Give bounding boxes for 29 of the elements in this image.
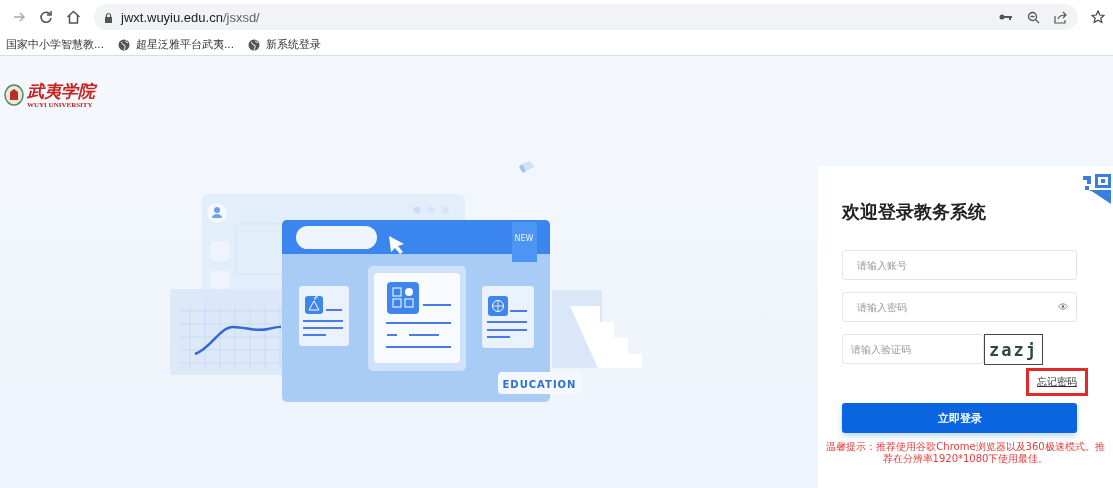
bookmark-item[interactable]: 超星泛雅平台武夷...: [118, 37, 235, 52]
password-field[interactable]: 请输入密码: [842, 292, 1077, 322]
captcha-image[interactable]: zazj: [984, 334, 1043, 365]
bookmark-item[interactable]: 国家中小学智慧教...: [6, 37, 104, 52]
captcha-field[interactable]: 请输入验证码: [842, 334, 984, 364]
login-title: 欢迎登录教务系统: [842, 200, 987, 224]
login-button[interactable]: 立即登录: [842, 403, 1077, 433]
url-text: jwxt.wuyiu.edu.cn/jsxsd/: [121, 9, 260, 25]
globe-icon: [118, 38, 130, 51]
share-icon[interactable]: [1054, 10, 1068, 24]
account-field[interactable]: 请输入账号: [842, 250, 1077, 280]
bookmark-item[interactable]: 新系统登录: [248, 37, 322, 52]
university-name: 武夷学院: [27, 81, 95, 101]
browser-notice: 温馨提示：推荐使用谷歌Chrome浏览器以及360极速模式。推荐在分辨率1920*1080下使用最佳。: [826, 441, 1105, 465]
forgot-password-link[interactable]: 忘记密码: [1029, 371, 1085, 393]
university-seal-icon: [4, 84, 24, 106]
reload-icon[interactable]: [39, 10, 53, 24]
address-bar[interactable]: jwxt.wuyiu.edu.cn/jsxsd/: [94, 4, 1078, 30]
zoom-icon[interactable]: [1027, 10, 1040, 24]
bookmark-star-icon[interactable]: [1091, 10, 1105, 24]
key-icon[interactable]: [999, 13, 1013, 21]
lock-icon: [104, 11, 113, 23]
education-label: EDUCATION: [498, 372, 581, 394]
home-icon[interactable]: [66, 10, 81, 24]
eye-icon[interactable]: [1058, 303, 1068, 310]
cube-drawing: [519, 161, 534, 173]
new-label: NEW: [514, 234, 534, 243]
qr-code-icon[interactable]: [1083, 174, 1111, 204]
globe-icon: [248, 38, 261, 51]
